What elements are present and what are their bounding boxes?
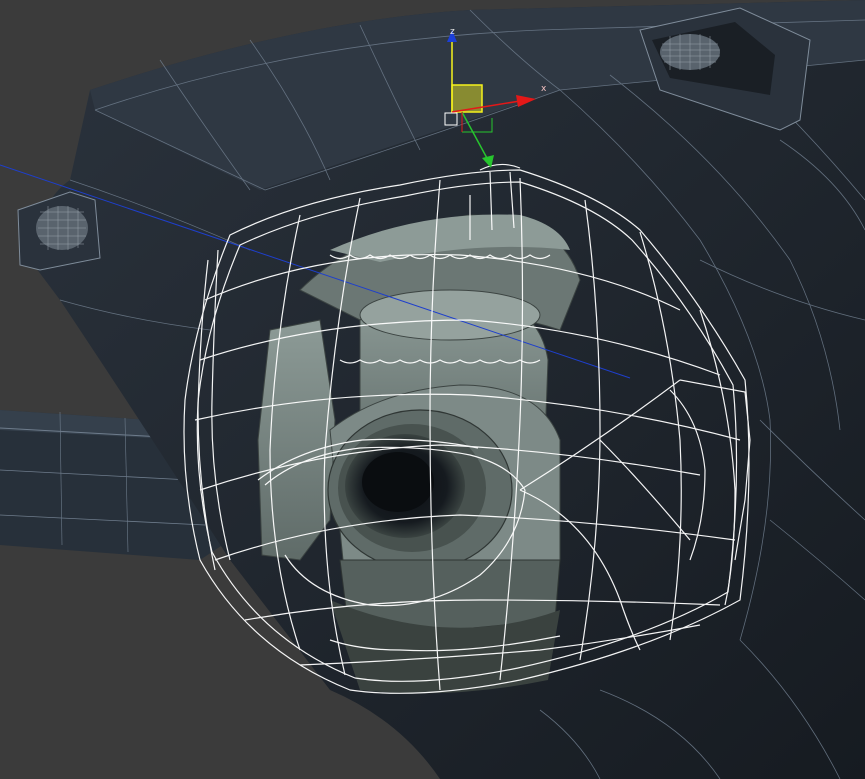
- perspective-viewport[interactable]: z x: [0, 0, 865, 779]
- gizmo-z-label: z: [450, 27, 455, 37]
- scene-render: [0, 0, 865, 779]
- gizmo-x-label: x: [541, 84, 547, 94]
